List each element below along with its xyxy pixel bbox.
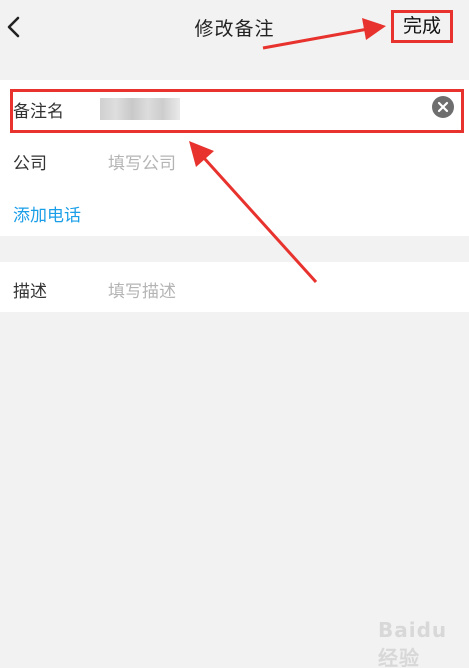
nav-bar: 修改备注 完成 [0,0,469,56]
company-input[interactable]: 填写公司 [108,149,176,174]
description-card [0,262,469,312]
watermark: Baidu 经验 [378,618,448,668]
description-label: 描述 [13,282,47,302]
company-label: 公司 [13,154,47,174]
edit-remark-screen: 修改备注 完成 备注名 公司 填写公司 添加电话 描述 填写描述 Baidu 经… [0,0,469,668]
add-phone-link[interactable]: 添加电话 [13,201,81,226]
done-button[interactable]: 完成 [391,10,453,43]
alias-highlight-box [10,89,464,133]
description-input[interactable]: 填写描述 [108,277,176,302]
